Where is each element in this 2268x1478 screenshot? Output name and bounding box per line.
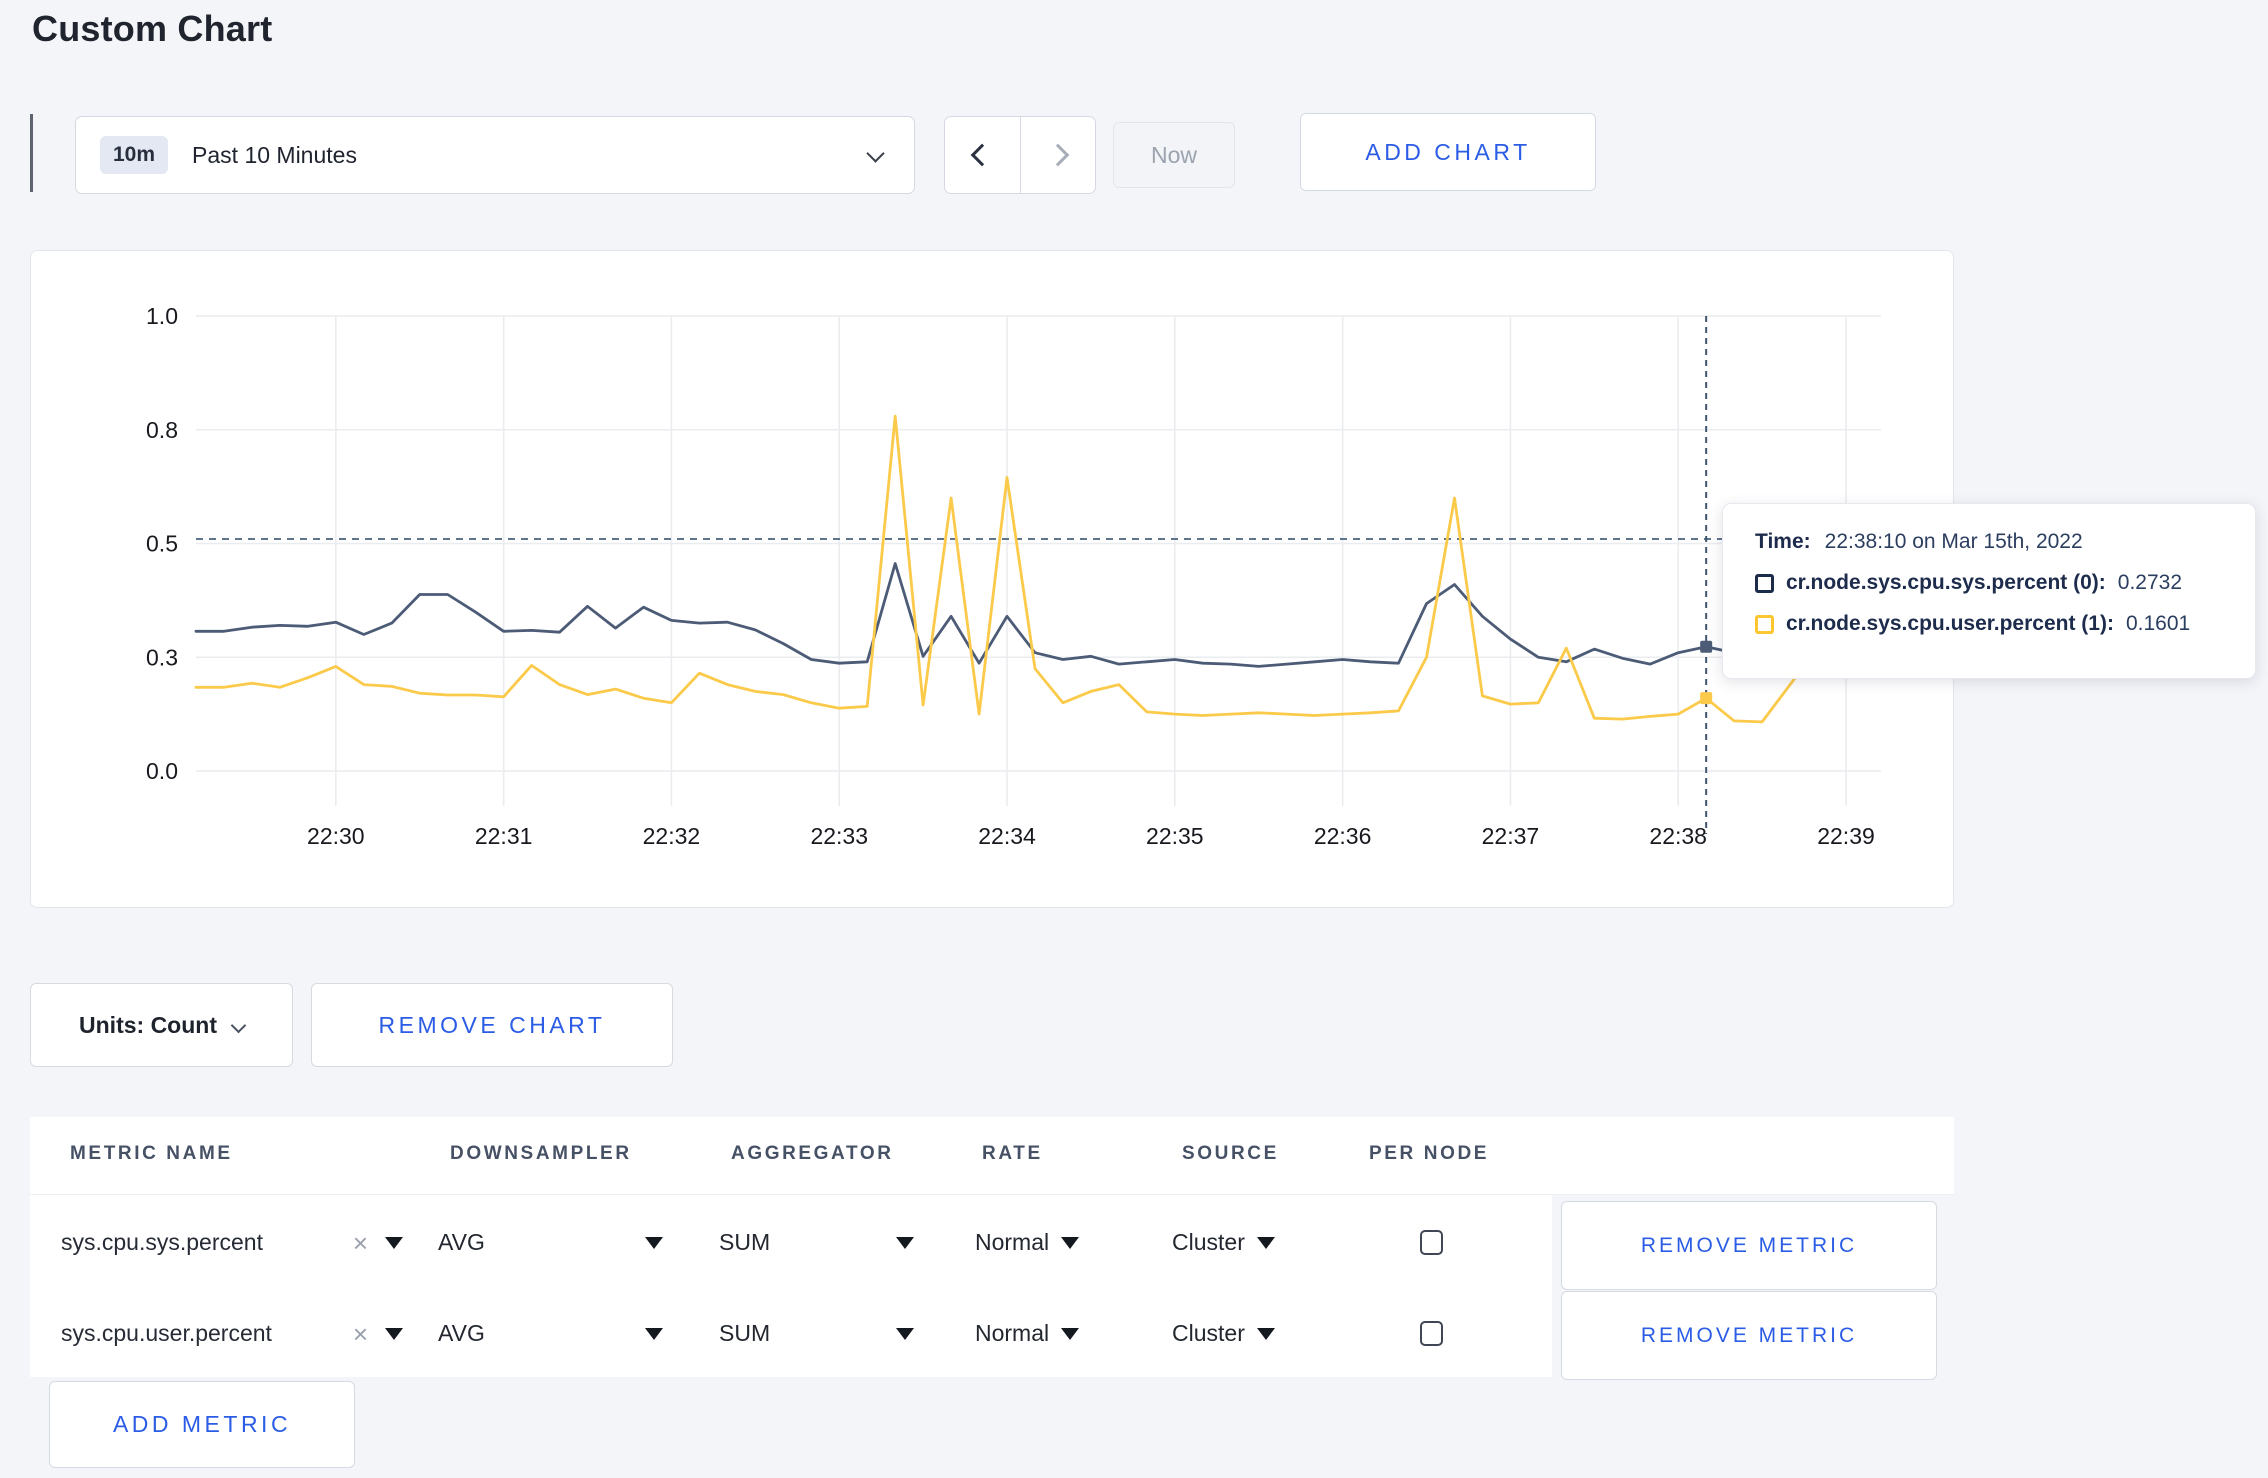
tooltip-series-label: cr.node.sys.cpu.user.percent (1):: [1786, 612, 2114, 635]
chevron-right-icon: [1046, 143, 1070, 167]
y-axis-tick-label: 1.0: [146, 303, 178, 329]
clear-metric-icon[interactable]: ×: [353, 1230, 368, 1256]
metric-name-value: sys.cpu.user.percent: [61, 1320, 272, 1346]
downsampler-value: AVG: [438, 1229, 485, 1255]
chart-canvas[interactable]: 0.0 0.3 0.5 0.8 1.0 22:30 22:31 22:32 22:33 22:34…: [31, 251, 1952, 906]
x-axis-tick-label: 22:30: [307, 823, 365, 849]
downsampler-select[interactable]: AVG: [438, 1288, 663, 1379]
add-chart-button[interactable]: ADD CHART: [1300, 113, 1596, 191]
dropdown-caret-icon: [1061, 1236, 1080, 1249]
dropdown-caret-icon: [1061, 1327, 1080, 1340]
tooltip-series-label: cr.node.sys.cpu.sys.percent (0):: [1786, 571, 2106, 594]
units-select[interactable]: Units: Count: [30, 983, 293, 1067]
per-node-cell: [1420, 1197, 1443, 1288]
aggregator-value: SUM: [719, 1320, 771, 1346]
series-user-swatch-icon: [1755, 614, 1774, 634]
chevron-left-icon: [970, 143, 994, 167]
col-downsampler: DOWNSAMPLER: [450, 1143, 632, 1164]
toolbar-divider: [30, 114, 33, 192]
time-pager: [944, 116, 1096, 194]
chevron-down-icon: [866, 144, 885, 163]
y-axis-tick-label: 0.8: [146, 417, 178, 443]
metrics-table-header: METRIC NAME DOWNSAMPLER AGGREGATOR RATE …: [30, 1117, 1954, 1195]
series-sys-swatch-icon: [1755, 573, 1774, 593]
tooltip-time-label: Time:: [1755, 530, 1811, 553]
time-range-badge: 10m: [100, 136, 169, 174]
col-metric-name: METRIC NAME: [70, 1143, 233, 1164]
x-axis-tick-label: 22:33: [810, 823, 868, 849]
table-row: sys.cpu.sys.percent × AVG SUM Normal Clu…: [30, 1197, 1552, 1288]
aggregator-value: SUM: [719, 1229, 771, 1255]
crosshair-marker-icon: [1700, 640, 1713, 653]
chart-panel: 0.0 0.3 0.5 0.8 1.0 22:30 22:31 22:32 22:33 22:34…: [30, 250, 1954, 908]
crosshair-marker-icon: [1700, 692, 1713, 705]
tooltip-series-row: cr.node.sys.cpu.sys.percent (0): 0.2732: [1755, 571, 2255, 595]
x-axis-tick-label: 22:34: [978, 823, 1036, 849]
downsampler-select[interactable]: AVG: [438, 1197, 663, 1288]
remove-metric-button[interactable]: REMOVE METRIC: [1561, 1201, 1937, 1290]
rate-select[interactable]: Normal: [975, 1197, 1080, 1288]
remove-metric-button[interactable]: REMOVE METRIC: [1561, 1291, 1937, 1380]
source-value: Cluster: [1172, 1320, 1245, 1346]
dropdown-caret-icon: [1256, 1236, 1275, 1249]
dropdown-caret-icon: [645, 1327, 663, 1340]
series-line-cr.node.sys.cpu.user.percent: [194, 414, 1848, 724]
dropdown-caret-icon: [896, 1236, 914, 1249]
metric-name-select[interactable]: sys.cpu.sys.percent ×: [61, 1197, 403, 1288]
x-axis-tick-label: 22:37: [1482, 823, 1540, 849]
per-node-checkbox[interactable]: [1420, 1230, 1443, 1255]
next-time-button[interactable]: [1021, 117, 1096, 193]
aggregator-select[interactable]: SUM: [719, 1288, 914, 1379]
source-select[interactable]: Cluster: [1172, 1197, 1275, 1288]
tooltip-series-row: cr.node.sys.cpu.user.percent (1): 0.1601: [1755, 612, 2255, 636]
dropdown-caret-icon: [1256, 1327, 1275, 1340]
x-axis-tick-label: 22:31: [475, 823, 533, 849]
downsampler-value: AVG: [438, 1320, 485, 1346]
x-axis-tick-label: 22:38: [1649, 823, 1707, 849]
y-axis-tick-label: 0.0: [146, 758, 178, 784]
remove-chart-button[interactable]: REMOVE CHART: [311, 983, 673, 1067]
dropdown-caret-icon: [385, 1327, 403, 1340]
dropdown-caret-icon: [896, 1327, 914, 1340]
clear-metric-icon[interactable]: ×: [353, 1321, 368, 1347]
col-per-node: PER NODE: [1369, 1143, 1490, 1164]
x-axis-tick-label: 22:35: [1146, 823, 1204, 849]
table-row: sys.cpu.user.percent × AVG SUM Normal Cl…: [30, 1288, 1552, 1379]
source-select[interactable]: Cluster: [1172, 1288, 1275, 1379]
col-aggregator: AGGREGATOR: [731, 1143, 894, 1164]
col-rate: RATE: [982, 1143, 1043, 1164]
aggregator-select[interactable]: SUM: [719, 1197, 914, 1288]
page-title: Custom Chart: [32, 8, 273, 49]
tooltip-time-row: Time: 22:38:10 on Mar 15th, 2022: [1755, 530, 2255, 554]
rate-value: Normal: [975, 1229, 1050, 1255]
tooltip-series-value: 0.1601: [2125, 612, 2191, 635]
col-source: SOURCE: [1182, 1143, 1279, 1164]
dropdown-caret-icon: [385, 1236, 403, 1249]
dropdown-caret-icon: [645, 1236, 663, 1249]
y-axis-tick-label: 0.5: [146, 531, 178, 557]
chevron-down-icon: [230, 1017, 247, 1033]
per-node-cell: [1420, 1288, 1443, 1379]
metric-name-select[interactable]: sys.cpu.user.percent ×: [61, 1288, 403, 1379]
add-metric-button[interactable]: ADD METRIC: [49, 1381, 355, 1468]
rate-value: Normal: [975, 1320, 1050, 1346]
now-button[interactable]: Now: [1113, 122, 1235, 188]
rate-select[interactable]: Normal: [975, 1288, 1080, 1379]
tooltip-series-value: 0.2732: [2117, 571, 2183, 594]
x-axis-tick-label: 22:39: [1817, 823, 1875, 849]
time-range-label: Past 10 Minutes: [192, 141, 357, 168]
time-range-select[interactable]: 10m Past 10 Minutes: [75, 116, 915, 194]
per-node-checkbox[interactable]: [1420, 1321, 1443, 1346]
metric-name-value: sys.cpu.sys.percent: [61, 1229, 263, 1255]
x-axis-tick-label: 22:36: [1314, 823, 1372, 849]
tooltip-time-value: 22:38:10 on Mar 15th, 2022: [1824, 530, 2083, 553]
chart-tooltip: Time: 22:38:10 on Mar 15th, 2022 cr.node…: [1722, 503, 2256, 679]
units-label: Units: Count: [79, 1011, 217, 1038]
x-axis-tick-label: 22:32: [643, 823, 701, 849]
y-axis-tick-label: 0.3: [146, 644, 178, 670]
source-value: Cluster: [1172, 1229, 1245, 1255]
prev-time-button[interactable]: [945, 117, 1021, 193]
